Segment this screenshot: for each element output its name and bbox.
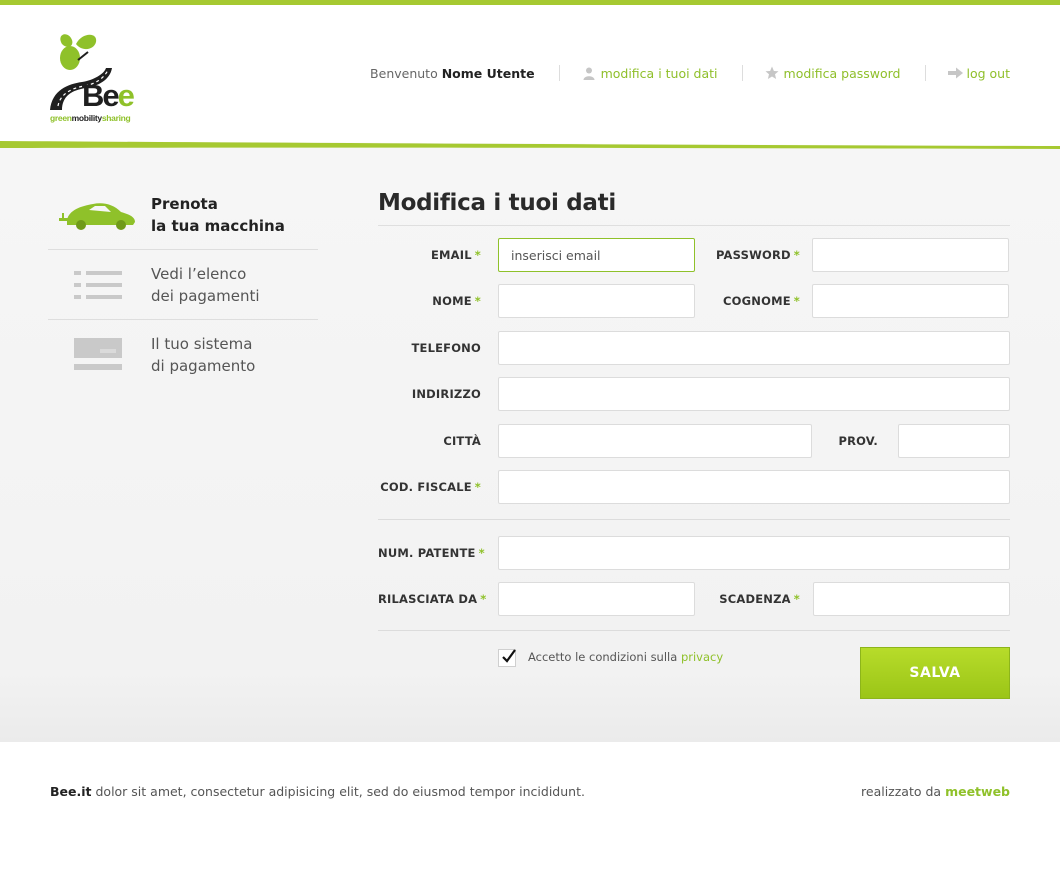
privacy-link[interactable]: privacy — [681, 650, 723, 664]
cognome-field[interactable] — [812, 284, 1009, 318]
patente-field[interactable] — [498, 536, 1010, 570]
citta-field[interactable] — [498, 424, 812, 458]
sidebar-item-label: Prenota la tua macchina — [151, 194, 285, 235]
edit-password-link[interactable]: modifica password — [765, 66, 901, 81]
welcome-text: Benvenuto Nome Utente — [370, 65, 535, 81]
sidebar-item-payment-system[interactable]: Il tuo sistema di pagamento — [48, 320, 318, 390]
logout-link[interactable]: log out — [947, 66, 1010, 81]
email-label: EMAIL * — [430, 248, 481, 262]
list-icon — [74, 270, 122, 299]
indirizzo-field[interactable] — [498, 377, 1010, 411]
star-icon — [765, 66, 779, 80]
footer: Bee.it dolor sit amet, consectetur adipi… — [0, 742, 1060, 870]
main-area: Prenota la tua macchina Vedi l’elenco de… — [0, 150, 1060, 742]
edit-profile-form: Modifica i tuoi dati EMAIL* PASSWORD* NO… — [378, 180, 1010, 699]
password-label: PASSWORD * — [715, 248, 800, 262]
patente-label: NUM. PATENTE * — [378, 546, 485, 560]
footer-text: Bee.it dolor sit amet, consectetur adipi… — [50, 784, 585, 799]
username: Nome Utente — [441, 65, 535, 81]
logo-tagline: greenmobilitysharing — [50, 113, 131, 123]
header: Bee greenmobilitysharing Benvenuto Nome U… — [0, 5, 1060, 142]
sidebar-item-book-car[interactable]: Prenota la tua macchina — [48, 180, 318, 250]
top-nav: Benvenuto Nome Utente modifica i tuoi dat… — [370, 65, 1010, 81]
sidebar-item-label: Vedi l’elenco dei pagamenti — [151, 264, 260, 305]
edit-data-link[interactable]: modifica i tuoi dati — [582, 66, 718, 81]
telefono-field[interactable] — [498, 331, 1010, 365]
sidebar: Prenota la tua macchina Vedi l’elenco de… — [48, 180, 318, 390]
logo[interactable]: Bee greenmobilitysharing — [48, 30, 148, 125]
nav-separator — [741, 65, 743, 81]
footer-brand: Bee.it — [50, 784, 92, 799]
form-divider — [378, 630, 1010, 631]
form-divider — [378, 519, 1010, 520]
telefono-label: TELEFONO — [411, 341, 481, 355]
rilasciata-label: RILASCIATA DA * — [378, 592, 487, 606]
page-title: Modifica i tuoi dati — [378, 180, 1010, 226]
sidebar-item-label: Il tuo sistema di pagamento — [151, 335, 256, 375]
citta-label: CITTÀ — [443, 434, 481, 448]
sidebar-item-payments-list[interactable]: Vedi l’elenco dei pagamenti — [48, 250, 318, 320]
nome-label: NOME * — [432, 294, 481, 308]
cod-fiscale-field[interactable] — [498, 470, 1010, 504]
cognome-label: COGNOME * — [723, 294, 800, 308]
scadenza-label: SCADENZA * — [719, 592, 800, 606]
prov-field[interactable] — [898, 424, 1010, 458]
user-icon — [582, 66, 596, 80]
rilasciata-field[interactable] — [498, 582, 695, 616]
credit-card-icon — [74, 338, 122, 370]
privacy-checkbox[interactable] — [498, 649, 516, 667]
logo-wordmark: Bee — [82, 78, 135, 113]
credit-link[interactable]: meetweb — [945, 784, 1010, 799]
prov-label: PROV. — [838, 434, 878, 448]
cod-fiscale-label: COD. FISCALE * — [380, 480, 481, 494]
password-field[interactable] — [812, 238, 1009, 272]
footer-credit: realizzato da meetweb — [861, 784, 1010, 799]
nav-separator — [558, 65, 560, 81]
checkmark-icon — [502, 649, 516, 663]
car-icon — [59, 202, 135, 230]
logout-arrow-icon — [947, 66, 963, 80]
indirizzo-label: INDIRIZZO — [411, 387, 481, 401]
nome-field[interactable] — [498, 284, 695, 318]
nav-separator — [924, 65, 926, 81]
email-field[interactable] — [498, 238, 695, 272]
save-button[interactable]: SALVA — [860, 647, 1010, 699]
scadenza-field[interactable] — [813, 582, 1010, 616]
privacy-consent-text: Accetto le condizioni sulla privacy — [528, 650, 724, 664]
